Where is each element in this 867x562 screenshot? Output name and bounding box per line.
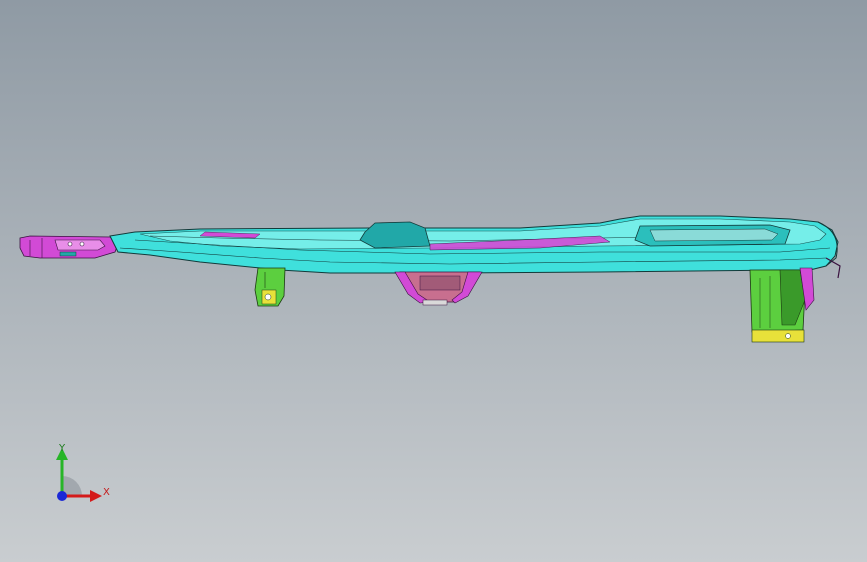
center-mount-bracket[interactable] bbox=[394, 271, 483, 306]
z-axis-dot bbox=[57, 491, 67, 501]
main-beam[interactable] bbox=[109, 215, 841, 279]
right-end-bracket[interactable] bbox=[749, 267, 815, 343]
graphics-viewport[interactable]: Y X bbox=[0, 0, 867, 562]
coordinate-triad bbox=[56, 448, 102, 502]
x-axis-arrowhead bbox=[90, 490, 102, 502]
cad-model-assembly[interactable] bbox=[0, 0, 867, 562]
y-axis-label: Y bbox=[59, 443, 66, 454]
left-end-bracket[interactable] bbox=[19, 235, 119, 259]
x-axis-label: X bbox=[103, 487, 110, 498]
left-hanger-bracket[interactable] bbox=[254, 267, 286, 307]
